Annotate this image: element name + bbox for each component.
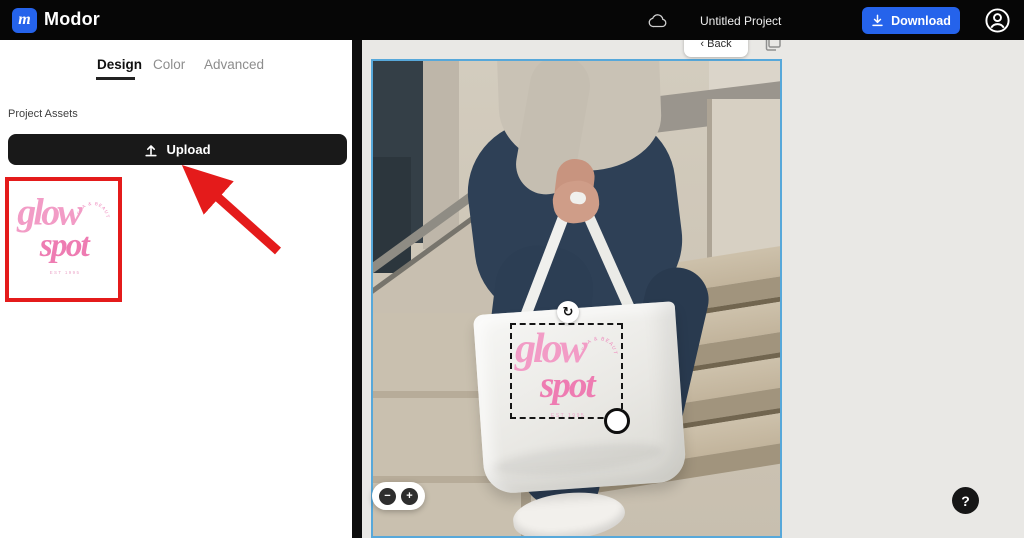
- left-panel: Design Color Advanced Project Assets Upl…: [0, 40, 352, 538]
- app-brand: Modor: [44, 9, 100, 29]
- zoom-controls: − +: [372, 482, 425, 510]
- canvas-area[interactable]: SPA & BEAUTY glow spot EST 1995 ↻ ‹ Back…: [362, 30, 1024, 538]
- account-avatar-icon[interactable]: [984, 7, 1011, 34]
- project-title[interactable]: Untitled Project: [700, 14, 781, 28]
- zoom-in-button[interactable]: +: [401, 487, 418, 505]
- download-button[interactable]: Download: [862, 7, 960, 34]
- zoom-out-button[interactable]: −: [379, 487, 396, 505]
- panel-divider: [352, 40, 362, 538]
- logo-word-glow: glow: [16, 191, 82, 234]
- asset-thumbnail[interactable]: SPA & BEAUTY glow spot EST 1995: [5, 177, 122, 302]
- top-bar: m Modor Untitled Project Download: [0, 0, 1024, 40]
- download-icon: [872, 14, 883, 27]
- cloud-sync-icon[interactable]: [648, 12, 668, 29]
- rotate-handle[interactable]: ↻: [557, 301, 579, 323]
- resize-handle[interactable]: [604, 408, 630, 434]
- tab-color[interactable]: Color: [153, 57, 185, 72]
- selection-bounding-box[interactable]: [510, 323, 623, 419]
- active-tab-underline: [96, 77, 135, 80]
- mockup-photo[interactable]: SPA & BEAUTY glow spot EST 1995 ↻: [371, 59, 782, 538]
- upload-icon: [145, 144, 158, 156]
- upload-label: Upload: [166, 142, 211, 157]
- project-assets-label: Project Assets: [8, 108, 78, 120]
- download-label: Download: [891, 13, 951, 28]
- logo-word-spot: spot: [39, 226, 89, 264]
- tab-advanced[interactable]: Advanced: [204, 57, 264, 72]
- help-button[interactable]: ?: [952, 487, 979, 514]
- red-annotation-arrow: [181, 165, 282, 255]
- app-logo-icon[interactable]: m: [12, 8, 37, 33]
- logo-est-text: EST 1995: [49, 270, 80, 276]
- tab-design[interactable]: Design: [97, 57, 142, 72]
- upload-button[interactable]: Upload: [8, 134, 347, 165]
- glow-spot-logo: SPA & BEAUTY glow spot EST 1995: [16, 191, 111, 285]
